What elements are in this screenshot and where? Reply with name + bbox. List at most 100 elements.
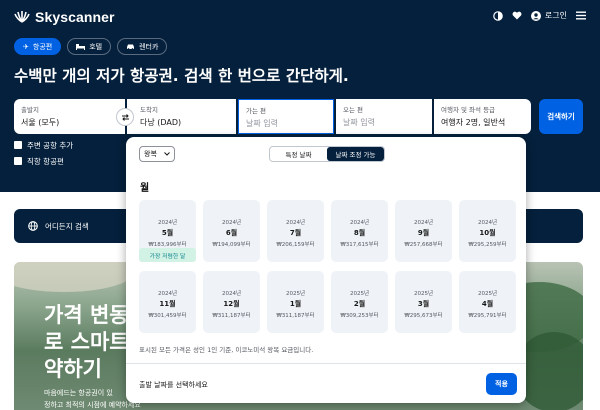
bed-icon (76, 44, 86, 50)
direct-flights-label: 직항 항공편 (27, 156, 64, 166)
month-card[interactable]: 2024년 7월 ₩206,159부터 (267, 200, 324, 262)
origin-field[interactable]: 출발지 서울 (모두) (14, 99, 125, 134)
month-price: ₩317,615부터 (340, 242, 379, 248)
month-price: ₩206,159부터 (276, 242, 315, 248)
skyscanner-logo-icon (14, 11, 30, 23)
month-price: ₩194,099부터 (212, 242, 251, 248)
month-grid: 2024년 5월 ₩183,996부터 2024년 6월 ₩194,099부터 2024… (139, 200, 518, 333)
month-name: 3월 (417, 300, 430, 308)
month-card[interactable]: 2024년 8월 ₩317,615부터 (331, 200, 388, 262)
globe-icon (28, 221, 38, 231)
month-year: 2025년 (477, 291, 498, 297)
tab-car-rental[interactable]: 렌터카 (117, 38, 168, 55)
page-title: 수백만 개의 저가 항공권. 검색 한 번으로 간단하게. (14, 67, 349, 85)
month-year: 2024년 (221, 220, 242, 226)
login-button[interactable]: 로그인 (530, 10, 567, 21)
months-heading: 월 (140, 183, 150, 194)
flight-search-form: 출발지 서울 (모두) 도착지 다낭 (DAD) 가는 편 날짜 입력 오는 편… (14, 99, 531, 134)
month-name: 1월 (289, 300, 302, 308)
tab-flights-label: 항공편 (32, 42, 53, 51)
month-year: 2024년 (221, 291, 242, 297)
month-year: 2024년 (157, 291, 178, 297)
month-year: 2024년 (413, 220, 434, 226)
checkbox-box (14, 141, 22, 149)
brand-logo[interactable]: Skyscanner (14, 9, 115, 25)
return-label: 오는 편 (343, 106, 364, 114)
nearby-airports-label: 주변 공항 추가 (27, 140, 74, 150)
month-year: 2024년 (477, 220, 498, 226)
plane-icon: ✈ (23, 42, 29, 51)
month-year: 2024년 (285, 220, 306, 226)
trip-type-value: 왕복 (144, 150, 157, 158)
destination-value: 다낭 (DAD) (140, 118, 182, 127)
checkbox-box (14, 157, 22, 165)
month-price: ₩311,187부터 (276, 313, 315, 319)
search-button[interactable]: 검색하기 (539, 99, 583, 134)
return-date-field[interactable]: 오는 편 날짜 입력 (336, 99, 432, 134)
month-year: 2024년 (157, 220, 178, 226)
flexible-dates-tab[interactable]: 날짜 조정 가능 (327, 147, 384, 161)
month-card[interactable]: 2024년 12월 ₩311,187부터 (203, 271, 260, 333)
month-name: 10월 (479, 229, 496, 237)
select-date-prompt: 출발 날짜를 선택하세요 (139, 381, 208, 389)
price-disclaimer: 표시된 모든 가격은 성인 1인 기준, 이코노미석 왕복 요금입니다. (139, 346, 314, 354)
cheapest-month-badge: 가장 저렴한 달 (139, 248, 196, 262)
user-icon (530, 10, 541, 21)
tab-hotels-label: 호텔 (89, 42, 103, 51)
month-name: 2월 (353, 300, 366, 308)
travellers-cabin-field[interactable]: 여행자 및 좌석 등급 여행자 2명, 일반석 (434, 99, 531, 134)
month-name: 8월 (353, 229, 366, 237)
depart-date-field[interactable]: 가는 편 날짜 입력 (238, 99, 334, 134)
brand-name: Skyscanner (35, 9, 115, 25)
travel-type-tabs: ✈ 항공편 호텔 렌터카 (14, 38, 168, 55)
chevron-down-icon (164, 152, 170, 156)
month-card[interactable]: 2024년 11월 ₩301,459부터 (139, 271, 196, 333)
month-year: 2025년 (413, 291, 434, 297)
month-name: 7월 (289, 229, 302, 237)
origin-label: 출발지 (21, 106, 39, 114)
menu-icon[interactable] (576, 11, 586, 20)
swap-button[interactable] (116, 108, 134, 126)
destination-label: 도착지 (140, 106, 158, 114)
month-price: ₩295,673부터 (404, 313, 443, 319)
trip-type-select[interactable]: 왕복 (139, 146, 175, 162)
date-mode-toggle: 특정 날짜 날짜 조정 가능 (269, 146, 385, 162)
depart-label: 가는 편 (246, 107, 267, 115)
nearby-airports-checkbox[interactable]: 주변 공항 추가 (14, 137, 73, 153)
month-name: 12월 (223, 300, 240, 308)
month-card[interactable]: 2024년 6월 ₩194,099부터 (203, 200, 260, 262)
tab-car-rental-label: 렌터카 (139, 42, 159, 51)
month-year: 2025년 (349, 291, 370, 297)
month-card[interactable]: 2025년 4월 ₩295,791부터 (459, 271, 516, 333)
region-settings-icon[interactable] (493, 10, 503, 21)
destination-field[interactable]: 도착지 다낭 (DAD) (127, 99, 236, 134)
month-card[interactable]: 2024년 10월 ₩295,259부터 (459, 200, 516, 262)
month-name: 6월 (225, 229, 238, 237)
tab-flights[interactable]: ✈ 항공편 (14, 38, 62, 55)
promo-title: 가격 변동 로 스마트 약하기 (44, 303, 129, 381)
search-options: 주변 공항 추가 직항 항공편 (14, 137, 73, 169)
month-card[interactable]: 2024년 9월 ₩257,668부터 (395, 200, 452, 262)
month-card[interactable]: 2025년 3월 ₩295,673부터 (395, 271, 452, 333)
month-name: 5월 (161, 229, 174, 237)
month-name: 11월 (159, 300, 176, 308)
specific-dates-tab[interactable]: 특정 날짜 (270, 147, 327, 161)
month-card[interactable]: 2025년 1월 ₩311,187부터 (267, 271, 324, 333)
month-price: ₩309,253부터 (340, 313, 379, 319)
travellers-label: 여행자 및 좌석 등급 (441, 106, 496, 114)
month-year: 2025년 (285, 291, 306, 297)
explore-label: 어디든지 검색 (45, 221, 89, 231)
login-label: 로그인 (544, 11, 567, 20)
month-price: ₩311,187부터 (212, 313, 251, 319)
travellers-value: 여행자 2명, 일반석 (441, 118, 506, 127)
origin-value: 서울 (모두) (21, 118, 60, 127)
month-price: ₩295,791부터 (468, 313, 507, 319)
month-price: ₩295,259부터 (468, 242, 507, 248)
direct-flights-checkbox[interactable]: 직항 항공편 (14, 153, 73, 169)
return-placeholder: 날짜 입력 (343, 118, 375, 127)
month-price: ₩257,668부터 (404, 242, 443, 248)
heart-icon[interactable] (512, 11, 522, 20)
apply-button[interactable]: 적용 (486, 373, 517, 395)
tab-hotels[interactable]: 호텔 (67, 38, 112, 55)
month-card[interactable]: 2025년 2월 ₩309,253부터 (331, 271, 388, 333)
